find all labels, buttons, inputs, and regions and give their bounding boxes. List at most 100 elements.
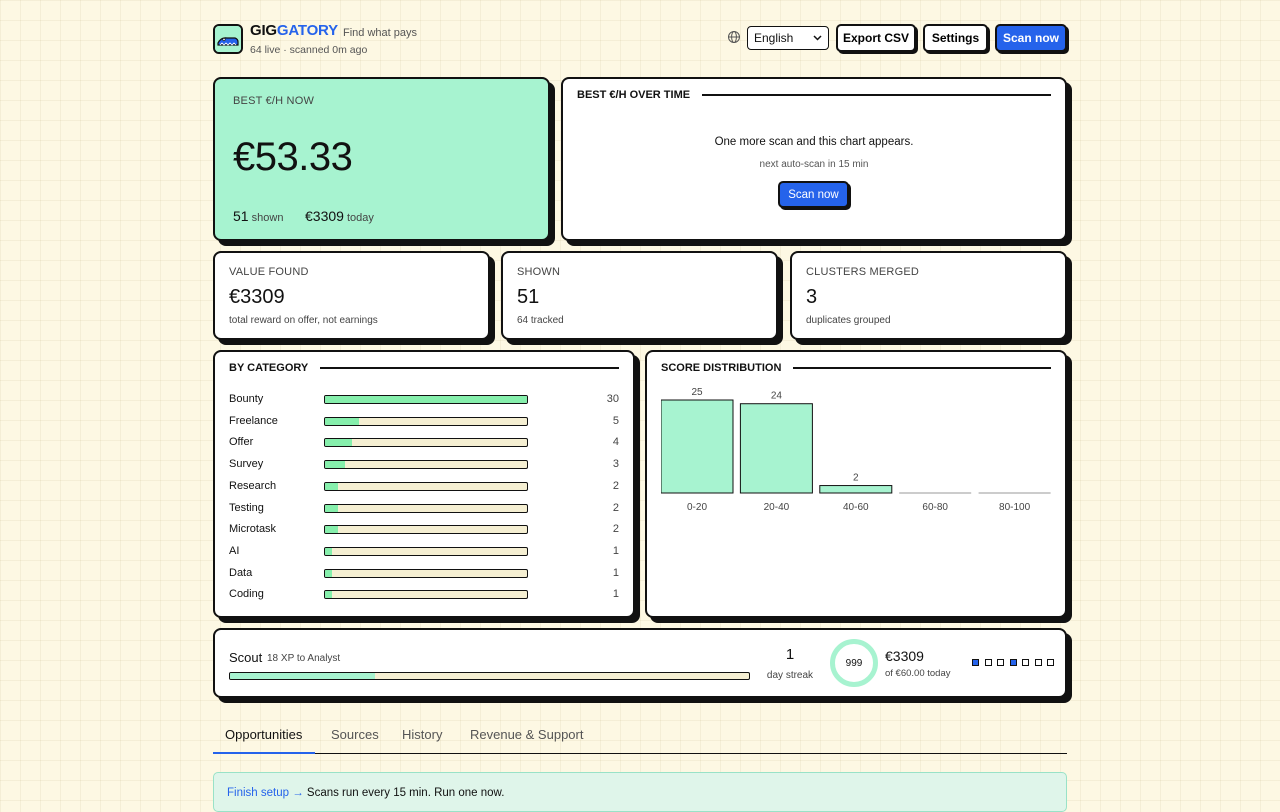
category-count: 2 (612, 523, 619, 536)
score-bar (819, 485, 893, 494)
gator-logo-icon (215, 26, 241, 52)
category-name: Testing (229, 501, 264, 514)
category-bar (324, 460, 528, 470)
setup-text: Scans run every 15 min. Run one now. (303, 787, 505, 799)
category-bar-fill (325, 461, 346, 469)
streak-label: day streak (766, 670, 814, 681)
category-name: Bounty (229, 393, 264, 405)
by-category-card: BY CATEGORY Bounty 30 Freelance 5 Offer 4 Surv… (213, 350, 635, 618)
category-count: 1 (612, 566, 619, 579)
score-bar-label: 60-80 (922, 502, 948, 513)
tab-revenue-support[interactable]: Revenue & Support (470, 727, 583, 742)
tab-opportunities[interactable]: Opportunities (225, 727, 302, 742)
category-row: Offer 4 (229, 435, 619, 451)
hero-today: €3309 today (305, 208, 374, 224)
rate-over-time-title: BEST €/H OVER TIME (577, 89, 1051, 101)
category-row: Freelance 5 (229, 414, 619, 430)
scan-status: 64 live · scanned 0m ago (250, 44, 368, 56)
xp-progress-bar (229, 672, 750, 680)
score-bar-group: 24 20-40 (739, 391, 813, 513)
by-category-title: BY CATEGORY (229, 362, 619, 374)
tab-bar: Opportunities Sources History Revenue & … (213, 720, 1067, 754)
category-bar (324, 590, 528, 600)
category-bar (324, 568, 528, 578)
score-bar-value: 24 (771, 391, 783, 402)
score-bar (899, 492, 972, 494)
day-square (984, 659, 992, 666)
category-bar-fill (325, 504, 339, 512)
shown-sub: 64 tracked (517, 315, 564, 326)
category-bar-fill (325, 591, 332, 599)
xp-progress-fill (230, 673, 376, 679)
category-name: Coding (229, 588, 264, 601)
category-bar-fill (325, 482, 339, 490)
category-bar (324, 503, 528, 513)
score-bar-group: 80-100 (978, 492, 1051, 513)
category-count: 1 (612, 544, 619, 557)
category-row: Data 1 (229, 566, 619, 582)
export-csv-button[interactable]: Export CSV (836, 24, 916, 52)
score-bar-value: 25 (691, 387, 703, 398)
score-bar-group: 25 0-20 (661, 387, 734, 513)
hero-shown: 51 shown (233, 208, 284, 224)
day-square (972, 659, 979, 666)
language-select[interactable]: English (747, 26, 829, 50)
category-bar (324, 438, 528, 448)
tagline: Find what pays (343, 27, 417, 39)
category-count: 3 (612, 458, 619, 471)
tab-history[interactable]: History (402, 727, 442, 742)
category-bar (324, 546, 528, 556)
category-row: Research 2 (229, 479, 619, 495)
chart-scan-now-button[interactable]: Scan now (778, 181, 849, 208)
rank-name: Scout (229, 650, 263, 665)
category-row: Testing 2 (229, 501, 619, 517)
score-bar-label: 40-60 (843, 502, 869, 513)
day-square (1022, 659, 1029, 666)
score-bar (739, 403, 813, 494)
best-rate-value: €53.33 (233, 135, 353, 179)
shown-value: 51 (517, 286, 540, 308)
value-found-value: €3309 (229, 286, 285, 308)
category-bar-fill (325, 547, 332, 555)
category-name: Microtask (229, 523, 277, 536)
day-square (1047, 659, 1054, 666)
category-name: Research (229, 479, 277, 492)
category-count: 5 (612, 414, 619, 427)
category-count: 4 (612, 436, 619, 449)
clusters-merged-value: 3 (806, 286, 818, 308)
category-bar-fill (325, 526, 339, 534)
setup-banner: Finish setup → Scans run every 15 min. R… (213, 772, 1067, 812)
score-bar-label: 80-100 (999, 502, 1031, 513)
category-name: Data (229, 566, 253, 579)
score-bar-label: 20-40 (764, 502, 790, 513)
finish-setup-link[interactable]: Finish setup → (227, 787, 304, 799)
earn-sub: of €60.00 today (885, 668, 951, 679)
category-row: Microtask 2 (229, 522, 619, 538)
streak-count: 1 (785, 646, 795, 663)
progress-card: Scout 18 XP to Analyst 1 day streak 999 … (213, 628, 1067, 698)
header: GIGGATORY Find what pays 64 live · scann… (213, 22, 1067, 58)
category-name: AI (229, 544, 240, 557)
day-square (1034, 659, 1042, 666)
settings-button[interactable]: Settings (923, 24, 988, 52)
scan-now-button[interactable]: Scan now (995, 24, 1067, 52)
next-scan-info: next auto-scan in 15 min (759, 159, 869, 170)
brand-name: GIGGATORY (250, 22, 338, 39)
value-found-sub: total reward on offer, not earnings (229, 315, 378, 326)
score-bar (978, 492, 1051, 494)
language-value: English (754, 31, 794, 45)
empty-chart-message: One more scan and this chart appears. (714, 136, 914, 148)
shown-card: SHOWN 51 64 tracked (501, 251, 778, 340)
score-bar-group: 2 40-60 (819, 473, 893, 513)
logo (213, 24, 243, 54)
ring-value: 999 (845, 657, 863, 669)
category-bar-fill (325, 439, 352, 447)
xp-to-next: 18 XP to Analyst (267, 653, 341, 664)
category-count: 2 (612, 501, 619, 514)
tab-sources[interactable]: Sources (331, 727, 379, 742)
rate-over-time-card: BEST €/H OVER TIME One more scan and thi… (561, 77, 1067, 241)
category-count: 30 (606, 393, 619, 405)
category-row: Bounty 30 (229, 392, 619, 408)
category-row: Survey 3 (229, 457, 619, 473)
earn-value: €3309 (885, 648, 924, 664)
